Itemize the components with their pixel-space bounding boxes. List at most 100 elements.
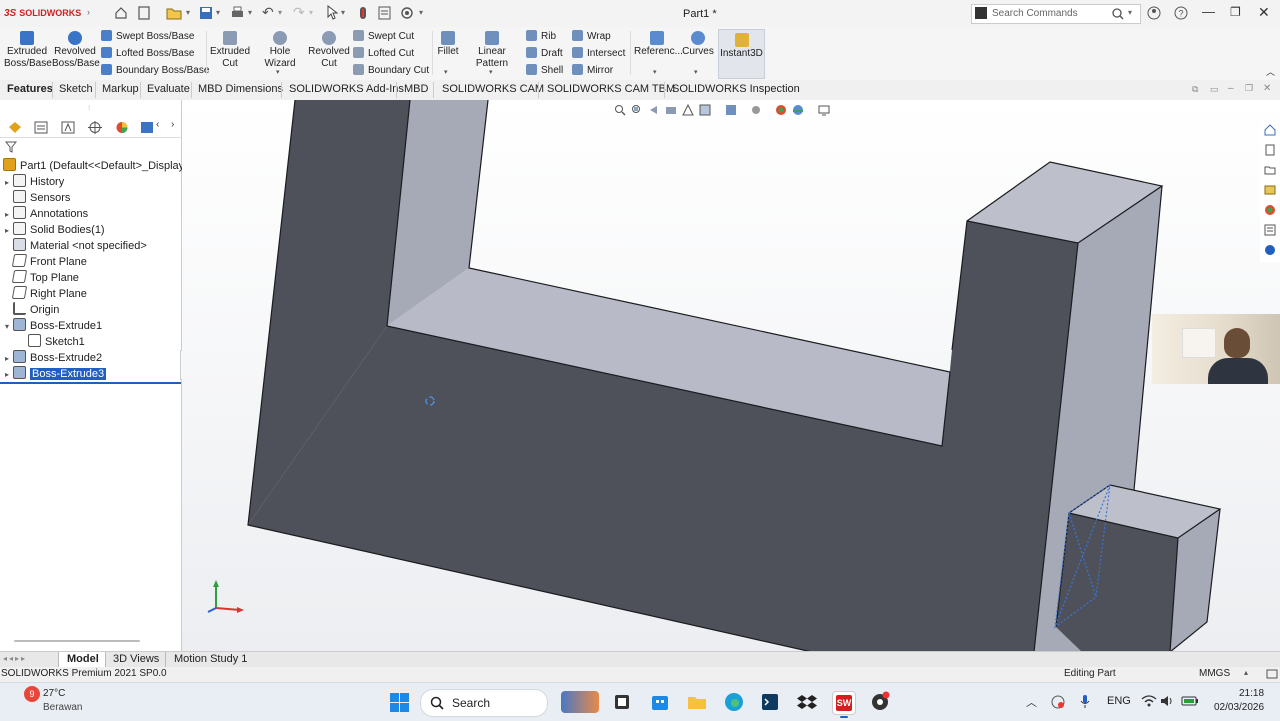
battery-icon[interactable] — [1181, 695, 1199, 707]
rollback-bar[interactable] — [0, 382, 181, 384]
feature-manager-tab-icon[interactable] — [8, 121, 22, 134]
status-message-icon[interactable] — [1266, 668, 1278, 680]
wrap-button[interactable]: Wrap — [572, 30, 611, 42]
tab-sketch[interactable]: Sketch — [59, 83, 93, 95]
property-manager-tab-icon[interactable] — [34, 121, 48, 134]
reference-geometry-button[interactable]: Referenc... — [634, 31, 683, 58]
lofted-cut-button[interactable]: Lofted Cut — [353, 47, 414, 59]
units-dropdown-icon[interactable]: ▴ — [1244, 668, 1248, 677]
rib-button[interactable]: Rib — [526, 30, 556, 42]
search-dropdown-icon[interactable]: ▾ — [1128, 8, 1132, 17]
graphics-area[interactable] — [182, 100, 1280, 652]
search-input[interactable]: Search Commands — [992, 8, 1078, 19]
linear-pattern-button[interactable]: Linear Pattern — [462, 31, 522, 70]
part-model-3d[interactable] — [182, 100, 1280, 652]
tab-3d-views[interactable]: 3D Views — [113, 653, 159, 665]
search-icon[interactable] — [1112, 8, 1124, 20]
restore-icon[interactable]: ❐ — [1230, 5, 1241, 19]
solidworks-taskbar-button[interactable]: SW — [832, 691, 856, 718]
clock-date[interactable]: 02/03/2026 — [1214, 702, 1264, 713]
expand-arrow-icon[interactable]: ▸ — [5, 351, 13, 367]
expand-arrow-icon[interactable]: ▸ — [5, 223, 13, 239]
solidworks-resources-icon[interactable] — [1264, 124, 1276, 136]
swept-cut-button[interactable]: Swept Cut — [353, 30, 414, 42]
tree-item-boss-extrude1[interactable]: ▾ Boss-Extrude1 — [5, 318, 102, 334]
tab-solidworks-cam[interactable]: SOLIDWORKS CAM — [442, 83, 544, 95]
boundary-boss-button[interactable]: Boundary Boss/Base — [101, 64, 209, 76]
intersect-button[interactable]: Intersect — [572, 47, 625, 59]
tree-item-boss-extrude3[interactable]: ▸ Boss-Extrude3 — [5, 366, 107, 382]
minimize-icon[interactable]: — — [1202, 4, 1215, 19]
options-dropdown-icon[interactable]: ▾ — [419, 8, 423, 17]
configuration-manager-tab-icon[interactable] — [61, 121, 75, 134]
tree-item-front-plane[interactable]: Front Plane — [5, 254, 87, 270]
undo-dropdown-icon[interactable]: ▾ — [278, 8, 282, 17]
search-highlight-icon[interactable] — [561, 691, 599, 713]
expand-arrow-icon[interactable]: ▸ — [5, 175, 13, 191]
options-gear-icon[interactable] — [400, 6, 414, 20]
shell-button[interactable]: Shell — [526, 64, 563, 76]
reference-dropdown-icon[interactable]: ▾ — [653, 68, 657, 76]
fillet-dropdown-icon[interactable]: ▾ — [444, 68, 448, 76]
tree-item-origin[interactable]: Origin — [5, 302, 59, 318]
tree-item-solid-bodies[interactable]: ▸ Solid Bodies(1) — [5, 222, 105, 238]
horizontal-scrollbar[interactable] — [14, 640, 140, 642]
tree-item-sensors[interactable]: Sensors — [5, 190, 70, 206]
dimxpert-tab-icon[interactable] — [88, 121, 102, 134]
tree-item-sketch1[interactable]: Sketch1 — [20, 334, 85, 350]
solidworks-logo[interactable]: 3S SOLIDWORKS — [4, 7, 81, 19]
boundary-cut-button[interactable]: Boundary Cut — [353, 64, 429, 76]
extruded-cut-button[interactable]: Extruded Cut — [208, 31, 252, 70]
dropbox-icon[interactable] — [796, 691, 818, 713]
viewport-split-icon[interactable]: ▭ — [1210, 84, 1219, 95]
doc-minimize-icon[interactable]: – — [1228, 83, 1234, 94]
mirror-button[interactable]: Mirror — [572, 64, 613, 76]
doc-restore-icon[interactable]: ❐ — [1245, 83, 1253, 94]
tab-model[interactable]: Model — [58, 652, 106, 668]
viewport-tile-icon[interactable]: ⧉ — [1192, 84, 1198, 95]
select-dropdown-icon[interactable]: ▾ — [341, 8, 345, 17]
tree-item-right-plane[interactable]: Right Plane — [5, 286, 87, 302]
tabs-scroll-left-icon[interactable]: ‹ — [156, 119, 159, 130]
custom-properties-icon[interactable] — [1264, 224, 1276, 236]
task-view-icon[interactable] — [611, 691, 633, 713]
tab-solidworks-inspection[interactable]: SOLIDWORKS Inspection — [672, 83, 800, 95]
extruded-boss-button[interactable]: Extruded Boss/Base — [4, 31, 52, 70]
microphone-icon[interactable] — [1079, 694, 1091, 709]
tab-solidworks-cam-tbm[interactable]: SOLIDWORKS CAM TBM — [547, 83, 675, 95]
design-library-icon[interactable] — [1264, 144, 1276, 156]
file-explorer-icon[interactable] — [1264, 164, 1276, 176]
cam-tab-icon[interactable] — [140, 121, 154, 134]
filter-icon[interactable] — [5, 141, 17, 153]
tab-markup[interactable]: Markup — [102, 83, 139, 95]
display-manager-tab-icon[interactable] — [115, 121, 129, 134]
logo-menu-arrow-icon[interactable]: › — [87, 7, 90, 17]
tab-mbd[interactable]: MBD — [404, 83, 428, 95]
weather-desc[interactable]: Berawan — [43, 702, 82, 713]
expand-arrow-icon[interactable]: ▸ — [5, 207, 13, 223]
tab-scroll-arrows-icon[interactable]: ◂◂▸▸ — [3, 654, 27, 663]
tree-root-part[interactable]: Part1 (Default<<Default>_Display S — [3, 158, 195, 174]
tab-solidworks-addins[interactable]: SOLIDWORKS Add-Ins — [289, 83, 404, 95]
revolved-boss-button[interactable]: Revolved Boss/Base — [52, 31, 100, 70]
print-dropdown-icon[interactable]: ▾ — [248, 8, 252, 17]
wifi-icon[interactable] — [1141, 694, 1157, 708]
curves-dropdown-icon[interactable]: ▾ — [694, 68, 698, 76]
new-document-icon[interactable] — [138, 6, 150, 20]
tree-item-top-plane[interactable]: Top Plane — [5, 270, 79, 286]
print-icon[interactable] — [230, 6, 245, 20]
security-alert-icon[interactable] — [1051, 695, 1065, 709]
lofted-boss-button[interactable]: Lofted Boss/Base — [101, 47, 194, 59]
obs-recorder-icon[interactable] — [869, 691, 891, 713]
file-explorer-icon[interactable] — [686, 691, 708, 713]
tree-item-boss-extrude2[interactable]: ▸ Boss-Extrude2 — [5, 350, 102, 366]
forum-icon[interactable] — [1264, 244, 1276, 256]
open-folder-icon[interactable] — [166, 6, 182, 20]
doc-close-icon[interactable]: ✕ — [1263, 83, 1271, 94]
search-commands-box[interactable]: Search Commands ▾ — [971, 4, 1141, 24]
taskbar-search-box[interactable]: Search — [420, 689, 548, 717]
tab-motion-study-1[interactable]: Motion Study 1 — [174, 653, 247, 665]
draft-button[interactable]: Draft — [526, 47, 563, 59]
tab-mbd-dimensions[interactable]: MBD Dimensions — [198, 83, 283, 95]
tab-features[interactable]: Features — [7, 83, 53, 95]
